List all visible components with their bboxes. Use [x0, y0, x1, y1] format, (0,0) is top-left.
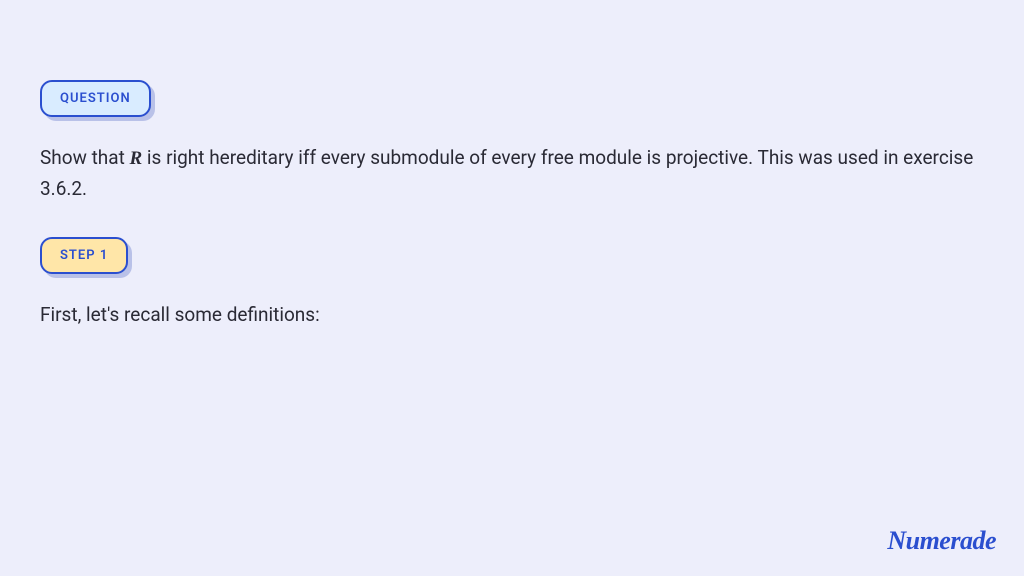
brand-logo: Numerade: [887, 526, 996, 556]
content-area: QUESTION Show that R is right hereditary…: [0, 0, 1024, 402]
step1-badge: STEP 1: [40, 237, 128, 274]
question-suffix: is right hereditary iff every submodule …: [40, 146, 973, 200]
question-prefix: Show that: [40, 146, 130, 169]
question-math-var: R: [130, 148, 143, 169]
question-text: Show that R is right hereditary iff ever…: [40, 143, 984, 205]
step1-text: First, let's recall some definitions:: [40, 300, 984, 330]
question-badge-label: QUESTION: [60, 91, 131, 106]
step1-badge-label: STEP 1: [60, 248, 108, 263]
question-badge: QUESTION: [40, 80, 151, 117]
